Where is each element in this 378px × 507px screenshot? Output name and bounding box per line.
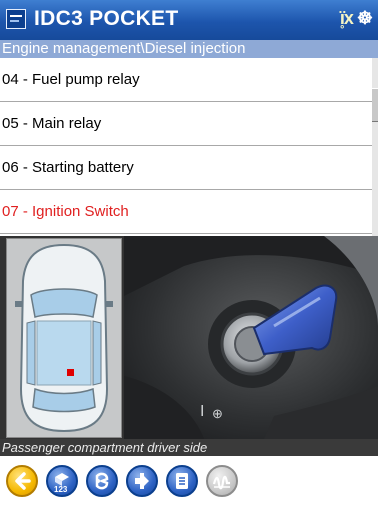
pin-button[interactable] xyxy=(126,465,158,497)
vehicle-location-diagram xyxy=(6,238,122,438)
component-button[interactable]: 123 xyxy=(46,465,78,497)
scrollbar-thumb[interactable] xyxy=(372,88,378,122)
status-tray: ï̥x ☸ xyxy=(340,8,373,29)
list-item[interactable]: 04 - Fuel pump relay xyxy=(0,58,372,102)
app-icon[interactable] xyxy=(6,9,26,29)
location-marker xyxy=(67,369,74,376)
svg-text:I: I xyxy=(200,403,204,420)
bottom-toolbar: 123 xyxy=(0,456,378,507)
component-photo: I ⊕ xyxy=(124,236,378,439)
waveform-button[interactable] xyxy=(206,465,238,497)
waveform-icon xyxy=(212,475,230,490)
component-list: 04 - Fuel pump relay 05 - Main relay 06 … xyxy=(0,58,378,236)
list-item[interactable]: 05 - Main relay xyxy=(0,102,372,146)
back-icon xyxy=(15,472,31,490)
list-scrollbar[interactable] xyxy=(372,58,378,236)
back-button[interactable] xyxy=(6,465,38,497)
pin-icon xyxy=(135,473,149,489)
title-bar: IDC3 POCKET ï̥x ☸ xyxy=(0,0,378,40)
location-caption: Passenger compartment driver side xyxy=(0,439,378,456)
connection-icon[interactable]: ï̥x xyxy=(340,8,354,28)
breadcrumb: Engine management\Diesel injection xyxy=(0,40,378,58)
list-item[interactable]: 06 - Starting battery xyxy=(0,146,372,190)
document-button[interactable] xyxy=(166,465,198,497)
svg-text:123: 123 xyxy=(54,485,68,493)
settings-icon[interactable]: ☸ xyxy=(357,8,373,28)
car-top-view-icon xyxy=(15,243,113,433)
connector-icon xyxy=(95,472,109,490)
app-title: IDC3 POCKET xyxy=(34,7,179,30)
svg-text:⊕: ⊕ xyxy=(212,406,223,421)
list-item-selected[interactable]: 07 - Ignition Switch xyxy=(0,190,372,234)
component-icon: 123 xyxy=(54,473,69,493)
connector-button[interactable] xyxy=(86,465,118,497)
location-panel: I ⊕ xyxy=(0,236,378,439)
document-icon xyxy=(176,473,188,489)
